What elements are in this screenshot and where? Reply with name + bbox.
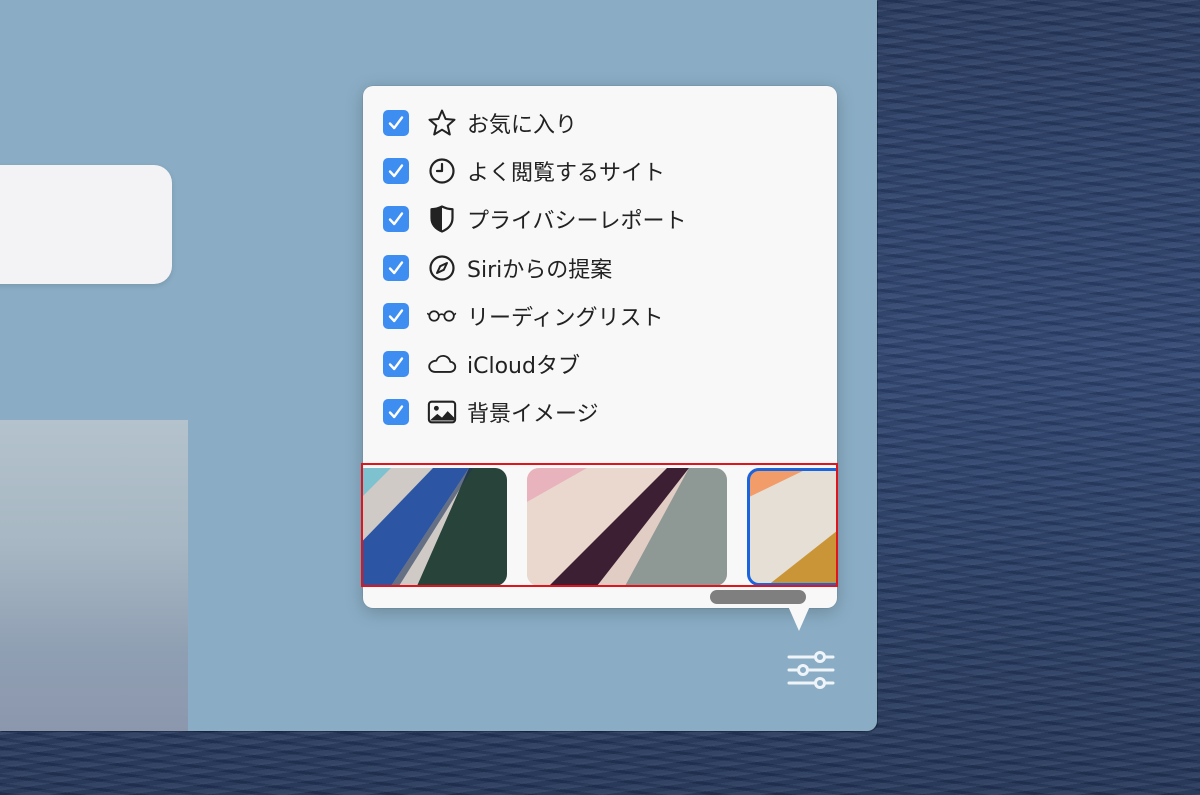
background-image-checkbox[interactable]	[383, 399, 409, 425]
customize-start-page-button[interactable]	[784, 648, 838, 692]
sliders-icon	[787, 651, 835, 689]
privacy-report-checkbox[interactable]	[383, 206, 409, 232]
compass-icon	[427, 253, 457, 283]
checkmark-icon	[388, 261, 404, 275]
shield-icon	[427, 204, 457, 234]
favorites-checkbox[interactable]	[383, 110, 409, 136]
option-label: Siriからの提案	[467, 258, 613, 283]
cloud-icon	[427, 349, 457, 379]
horizontal-scrollbar[interactable]	[710, 590, 806, 604]
popover-arrow	[788, 606, 810, 631]
option-label: お気に入り	[467, 113, 578, 138]
option-reading-list[interactable]: リーディングリスト	[383, 301, 663, 331]
option-frequently-visited[interactable]: よく閲覧するサイト	[383, 156, 665, 186]
reading-list-checkbox[interactable]	[383, 303, 409, 329]
option-label: iCloudタブ	[467, 354, 580, 379]
star-icon	[427, 108, 457, 138]
option-siri-suggestions[interactable]: Siriからの提案	[383, 253, 612, 283]
option-label: 背景イメージ	[467, 402, 599, 427]
option-icloud-tabs[interactable]: iCloudタブ	[383, 349, 580, 379]
annotation-highlight-box	[361, 463, 838, 587]
clock-icon	[427, 156, 457, 186]
option-label: リーディングリスト	[467, 306, 664, 331]
checkmark-icon	[388, 116, 404, 130]
start-page-card[interactable]	[0, 165, 172, 284]
option-label: プライバシーレポート	[467, 209, 687, 234]
checkmark-icon	[388, 309, 404, 323]
photo-icon	[427, 397, 457, 427]
icloud-tabs-checkbox[interactable]	[383, 351, 409, 377]
option-privacy-report[interactable]: プライバシーレポート	[383, 204, 687, 234]
siri-suggestions-checkbox[interactable]	[383, 255, 409, 281]
checkmark-icon	[388, 164, 404, 178]
frequently-visited-checkbox[interactable]	[383, 158, 409, 184]
glasses-icon	[427, 301, 457, 331]
option-favorites[interactable]: お気に入り	[383, 108, 577, 138]
option-background-image[interactable]: 背景イメージ	[383, 397, 599, 427]
checkmark-icon	[388, 212, 404, 226]
checkmark-icon	[388, 357, 404, 371]
start-page-image[interactable]	[0, 420, 188, 731]
option-label: よく閲覧するサイト	[467, 161, 666, 186]
checkmark-icon	[388, 405, 404, 419]
